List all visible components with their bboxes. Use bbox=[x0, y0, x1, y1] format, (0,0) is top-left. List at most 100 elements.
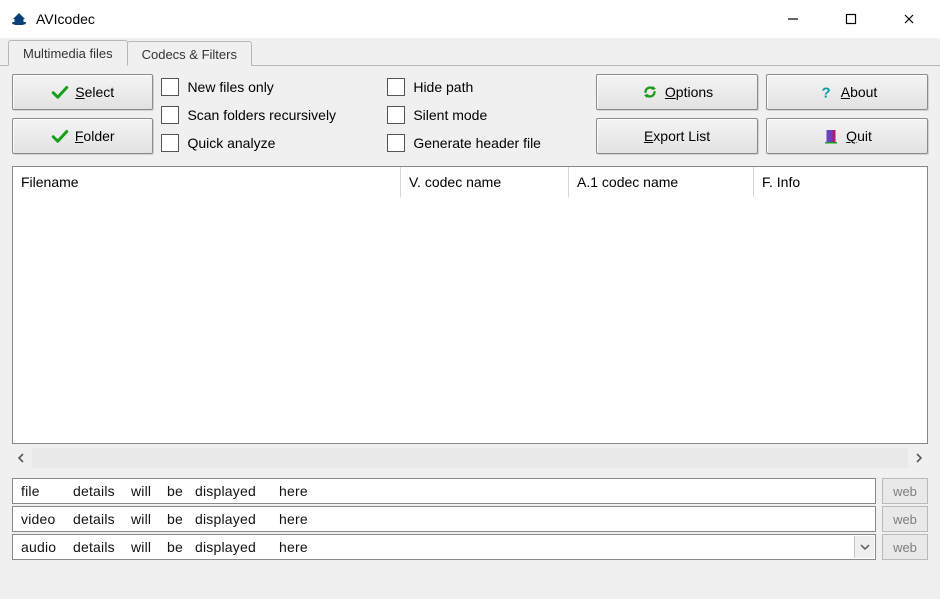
window-title: AVIcodec bbox=[36, 11, 95, 27]
checkbox-silent-mode[interactable]: Silent mode bbox=[387, 106, 588, 124]
web-button-file[interactable]: web bbox=[882, 478, 928, 504]
list-body[interactable] bbox=[13, 197, 927, 443]
about-label: About bbox=[841, 84, 878, 100]
close-button[interactable] bbox=[880, 4, 938, 34]
dropdown-button[interactable] bbox=[854, 536, 874, 558]
checkbox-box[interactable] bbox=[387, 78, 405, 96]
word: details bbox=[73, 511, 131, 527]
tab-strip: Multimedia files Codecs & Filters bbox=[0, 38, 940, 66]
column-label: V. codec name bbox=[409, 174, 501, 190]
word: will bbox=[131, 511, 167, 527]
client-area: Multimedia files Codecs & Filters Select… bbox=[0, 38, 940, 599]
export-label: Export List bbox=[644, 128, 710, 144]
column-label: F. Info bbox=[762, 174, 800, 190]
list-header: Filename V. codec name A.1 codec name F.… bbox=[13, 167, 927, 197]
checkbox-box[interactable] bbox=[387, 134, 405, 152]
check-icon bbox=[51, 84, 69, 100]
word: displayed bbox=[195, 539, 279, 555]
details-panel: file details will be displayed here web … bbox=[12, 478, 928, 560]
checkbox-hide-path[interactable]: Hide path bbox=[387, 78, 588, 96]
checkbox-label: Silent mode bbox=[413, 107, 487, 123]
tab-codecs-filters[interactable]: Codecs & Filters bbox=[127, 41, 252, 66]
title-bar: AVIcodec bbox=[0, 0, 940, 38]
tab-label: Multimedia files bbox=[23, 46, 113, 61]
checkbox-column-2: Hide path Silent mode Generate header fi… bbox=[387, 74, 588, 154]
checkbox-box[interactable] bbox=[161, 134, 179, 152]
minimize-button[interactable] bbox=[764, 4, 822, 34]
checkbox-scan-recursive[interactable]: Scan folders recursively bbox=[161, 106, 379, 124]
question-icon: ? bbox=[817, 83, 835, 101]
word: here bbox=[279, 511, 323, 527]
checkbox-generate-header[interactable]: Generate header file bbox=[387, 134, 588, 152]
app-icon bbox=[10, 10, 28, 28]
file-list[interactable]: Filename V. codec name A.1 codec name F.… bbox=[12, 166, 928, 444]
quit-label: Quit bbox=[846, 128, 872, 144]
svg-text:?: ? bbox=[821, 84, 830, 101]
word: be bbox=[167, 539, 195, 555]
left-button-group: Select Folder bbox=[12, 74, 153, 154]
checkbox-box[interactable] bbox=[161, 78, 179, 96]
scroll-left-button[interactable] bbox=[12, 448, 32, 468]
folder-button[interactable]: Folder bbox=[12, 118, 153, 154]
web-button-video[interactable]: web bbox=[882, 506, 928, 532]
door-icon bbox=[822, 127, 840, 145]
chevron-right-icon bbox=[913, 453, 923, 463]
column-label: Filename bbox=[21, 174, 79, 190]
chevron-down-icon bbox=[860, 542, 870, 552]
right-button-group: Options ? About Export List Quit bbox=[596, 74, 928, 154]
word: displayed bbox=[195, 511, 279, 527]
options-label: Options bbox=[665, 84, 713, 100]
audio-details-row: audio details will be displayed here web bbox=[12, 534, 928, 560]
video-details-field[interactable]: video details will be displayed here bbox=[12, 506, 876, 532]
checkbox-box[interactable] bbox=[387, 106, 405, 124]
export-list-button[interactable]: Export List bbox=[596, 118, 758, 154]
file-details-row: file details will be displayed here web bbox=[12, 478, 928, 504]
window-controls bbox=[764, 4, 938, 34]
checkbox-label: Scan folders recursively bbox=[187, 107, 336, 123]
word: details bbox=[73, 483, 131, 499]
web-label: web bbox=[893, 512, 917, 527]
horizontal-scrollbar[interactable] bbox=[12, 448, 928, 468]
web-label: web bbox=[893, 540, 917, 555]
tab-label: Codecs & Filters bbox=[142, 47, 237, 62]
select-label: Select bbox=[75, 84, 114, 100]
quit-button[interactable]: Quit bbox=[766, 118, 928, 154]
word: here bbox=[279, 483, 323, 499]
tab-multimedia-files[interactable]: Multimedia files bbox=[8, 40, 128, 66]
folder-label: Folder bbox=[75, 128, 115, 144]
toolbar: Select Folder New files only Scan folder… bbox=[0, 66, 940, 160]
web-button-audio[interactable]: web bbox=[882, 534, 928, 560]
about-button[interactable]: ? About bbox=[766, 74, 928, 110]
scroll-right-button[interactable] bbox=[908, 448, 928, 468]
file-list-container: Filename V. codec name A.1 codec name F.… bbox=[12, 166, 928, 444]
column-label: A.1 codec name bbox=[577, 174, 678, 190]
chevron-left-icon bbox=[17, 453, 27, 463]
word: details bbox=[73, 539, 131, 555]
file-details-field[interactable]: file details will be displayed here bbox=[12, 478, 876, 504]
checkbox-box[interactable] bbox=[161, 106, 179, 124]
column-audio-codec[interactable]: A.1 codec name bbox=[569, 167, 754, 197]
checkbox-label: Quick analyze bbox=[187, 135, 275, 151]
refresh-icon bbox=[641, 83, 659, 101]
maximize-button[interactable] bbox=[822, 4, 880, 34]
audio-details-field[interactable]: audio details will be displayed here bbox=[12, 534, 876, 560]
options-button[interactable]: Options bbox=[596, 74, 758, 110]
word: file bbox=[21, 483, 73, 499]
web-label: web bbox=[893, 484, 917, 499]
word: will bbox=[131, 539, 167, 555]
column-file-info[interactable]: F. Info bbox=[754, 167, 927, 197]
checkbox-label: New files only bbox=[187, 79, 273, 95]
scroll-track[interactable] bbox=[32, 448, 908, 468]
word: be bbox=[167, 511, 195, 527]
word: video bbox=[21, 511, 73, 527]
check-icon bbox=[51, 128, 69, 144]
checkbox-new-files-only[interactable]: New files only bbox=[161, 78, 379, 96]
checkbox-label: Generate header file bbox=[413, 135, 541, 151]
checkbox-column-1: New files only Scan folders recursively … bbox=[161, 74, 379, 154]
column-video-codec[interactable]: V. codec name bbox=[401, 167, 569, 197]
select-button[interactable]: Select bbox=[12, 74, 153, 110]
word: be bbox=[167, 483, 195, 499]
word: here bbox=[279, 539, 323, 555]
column-filename[interactable]: Filename bbox=[13, 167, 401, 197]
checkbox-quick-analyze[interactable]: Quick analyze bbox=[161, 134, 379, 152]
